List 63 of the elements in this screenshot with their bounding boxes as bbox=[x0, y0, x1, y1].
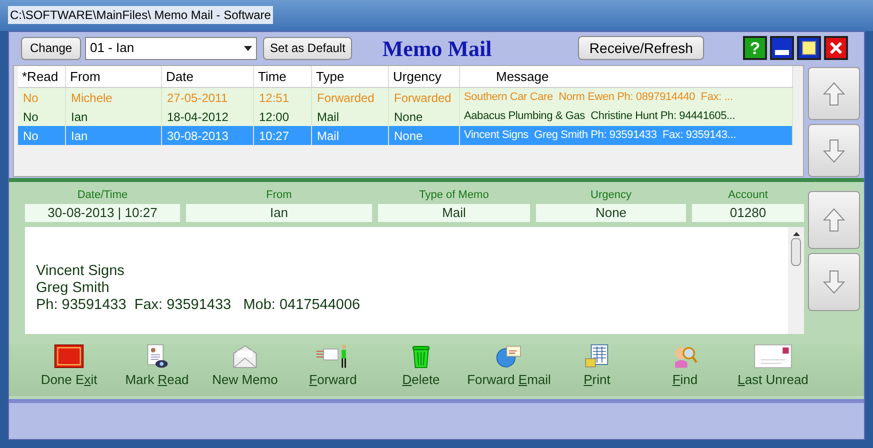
field-label: Date/Time bbox=[76, 188, 129, 203]
scrollbar[interactable] bbox=[788, 226, 804, 334]
change-button[interactable]: Change bbox=[21, 36, 82, 60]
toolbar-button[interactable]: Forward bbox=[289, 344, 377, 396]
toolbar-button[interactable]: Mark Read bbox=[113, 344, 201, 396]
scrollbar-thumb[interactable] bbox=[791, 238, 801, 266]
envelope-icon bbox=[751, 344, 795, 368]
up-arrow-icon bbox=[823, 82, 845, 106]
table-cell: 10:27 bbox=[254, 126, 312, 145]
field-value: 01280 bbox=[692, 204, 804, 222]
column-header[interactable]: Time bbox=[254, 66, 312, 87]
scroll-up-button[interactable] bbox=[808, 191, 860, 249]
envelope-icon bbox=[231, 344, 259, 368]
field-label: Urgency bbox=[590, 188, 632, 203]
app-title: Memo Mail bbox=[382, 34, 493, 62]
column-header[interactable]: Urgency bbox=[389, 66, 460, 87]
toolbar-button[interactable]: Done Exit bbox=[25, 344, 113, 396]
field-label: From bbox=[265, 188, 293, 203]
refresh-button[interactable]: Receive/Refresh bbox=[578, 36, 704, 60]
minimize-button[interactable] bbox=[770, 36, 794, 60]
field-value: Mail bbox=[378, 204, 530, 222]
close-button[interactable] bbox=[824, 36, 848, 60]
table-cell: 30-08-2013 bbox=[162, 126, 254, 145]
table-cell: Vincent Signs Greg Smith Ph: 93591433 Fax: 9359143... bbox=[460, 126, 793, 145]
column-header[interactable]: From bbox=[66, 66, 162, 87]
scroll-down-button[interactable] bbox=[808, 124, 860, 177]
toolbar-button[interactable]: Delete bbox=[377, 344, 465, 396]
field-value: Ian bbox=[186, 204, 372, 222]
field-value: 30-08-2013 | 10:27 bbox=[25, 204, 180, 222]
up-arrow-icon bbox=[823, 208, 845, 232]
table-cell: Mail bbox=[312, 126, 389, 145]
toolbar-button[interactable]: Last Unread bbox=[729, 344, 817, 396]
table-cell: Ian bbox=[66, 126, 162, 145]
scroll-up-icon[interactable] bbox=[792, 232, 800, 236]
field-label: Type of Memo bbox=[418, 188, 490, 203]
toolbar-button[interactable]: Print bbox=[553, 344, 641, 396]
message-line: Ph: 93591433 Fax: 93591433 Mob: 0417544006 bbox=[36, 296, 362, 314]
toolbar-button[interactable]: New Memo bbox=[201, 344, 289, 396]
close-icon bbox=[829, 41, 843, 55]
scroll-up-button[interactable] bbox=[808, 67, 860, 120]
down-arrow-icon bbox=[823, 138, 845, 162]
column-header[interactable]: Type bbox=[312, 66, 389, 87]
field-label: Account bbox=[727, 188, 769, 203]
column-header[interactable]: *Read bbox=[18, 66, 66, 87]
maximize-button[interactable] bbox=[797, 36, 821, 60]
message-row[interactable]: No Ian 18-04-2012 12:00 Mail None Aabacus Plumbing & Gas Christine Hunt Ph: 94441605... bbox=[18, 107, 793, 126]
message-line: Vincent Signs bbox=[36, 262, 126, 280]
field-value: None bbox=[536, 204, 686, 222]
message-line: Greg Smith bbox=[36, 280, 110, 296]
set-default-button[interactable]: Set as Default bbox=[263, 36, 352, 60]
column-header[interactable]: Date bbox=[162, 66, 254, 87]
column-header[interactable]: Message bbox=[460, 66, 793, 87]
user-dropdown[interactable]: 01 - Ian bbox=[85, 36, 258, 60]
caret-icon bbox=[244, 46, 252, 50]
user-dropdown-value: 01 - Ian bbox=[90, 39, 134, 58]
toolbar-button[interactable]: Forward Email bbox=[465, 344, 553, 396]
table-cell: None bbox=[389, 126, 460, 145]
table-cell: No bbox=[18, 126, 66, 145]
exit-sign-icon bbox=[53, 344, 85, 368]
scroll-down-button[interactable] bbox=[808, 253, 860, 311]
toolbar-button[interactable]: Find bbox=[641, 344, 729, 396]
down-arrow-icon bbox=[823, 270, 845, 294]
window-title: C:\SOFTWARE\MainFiles\ Memo Mail - Software bbox=[8, 6, 273, 24]
